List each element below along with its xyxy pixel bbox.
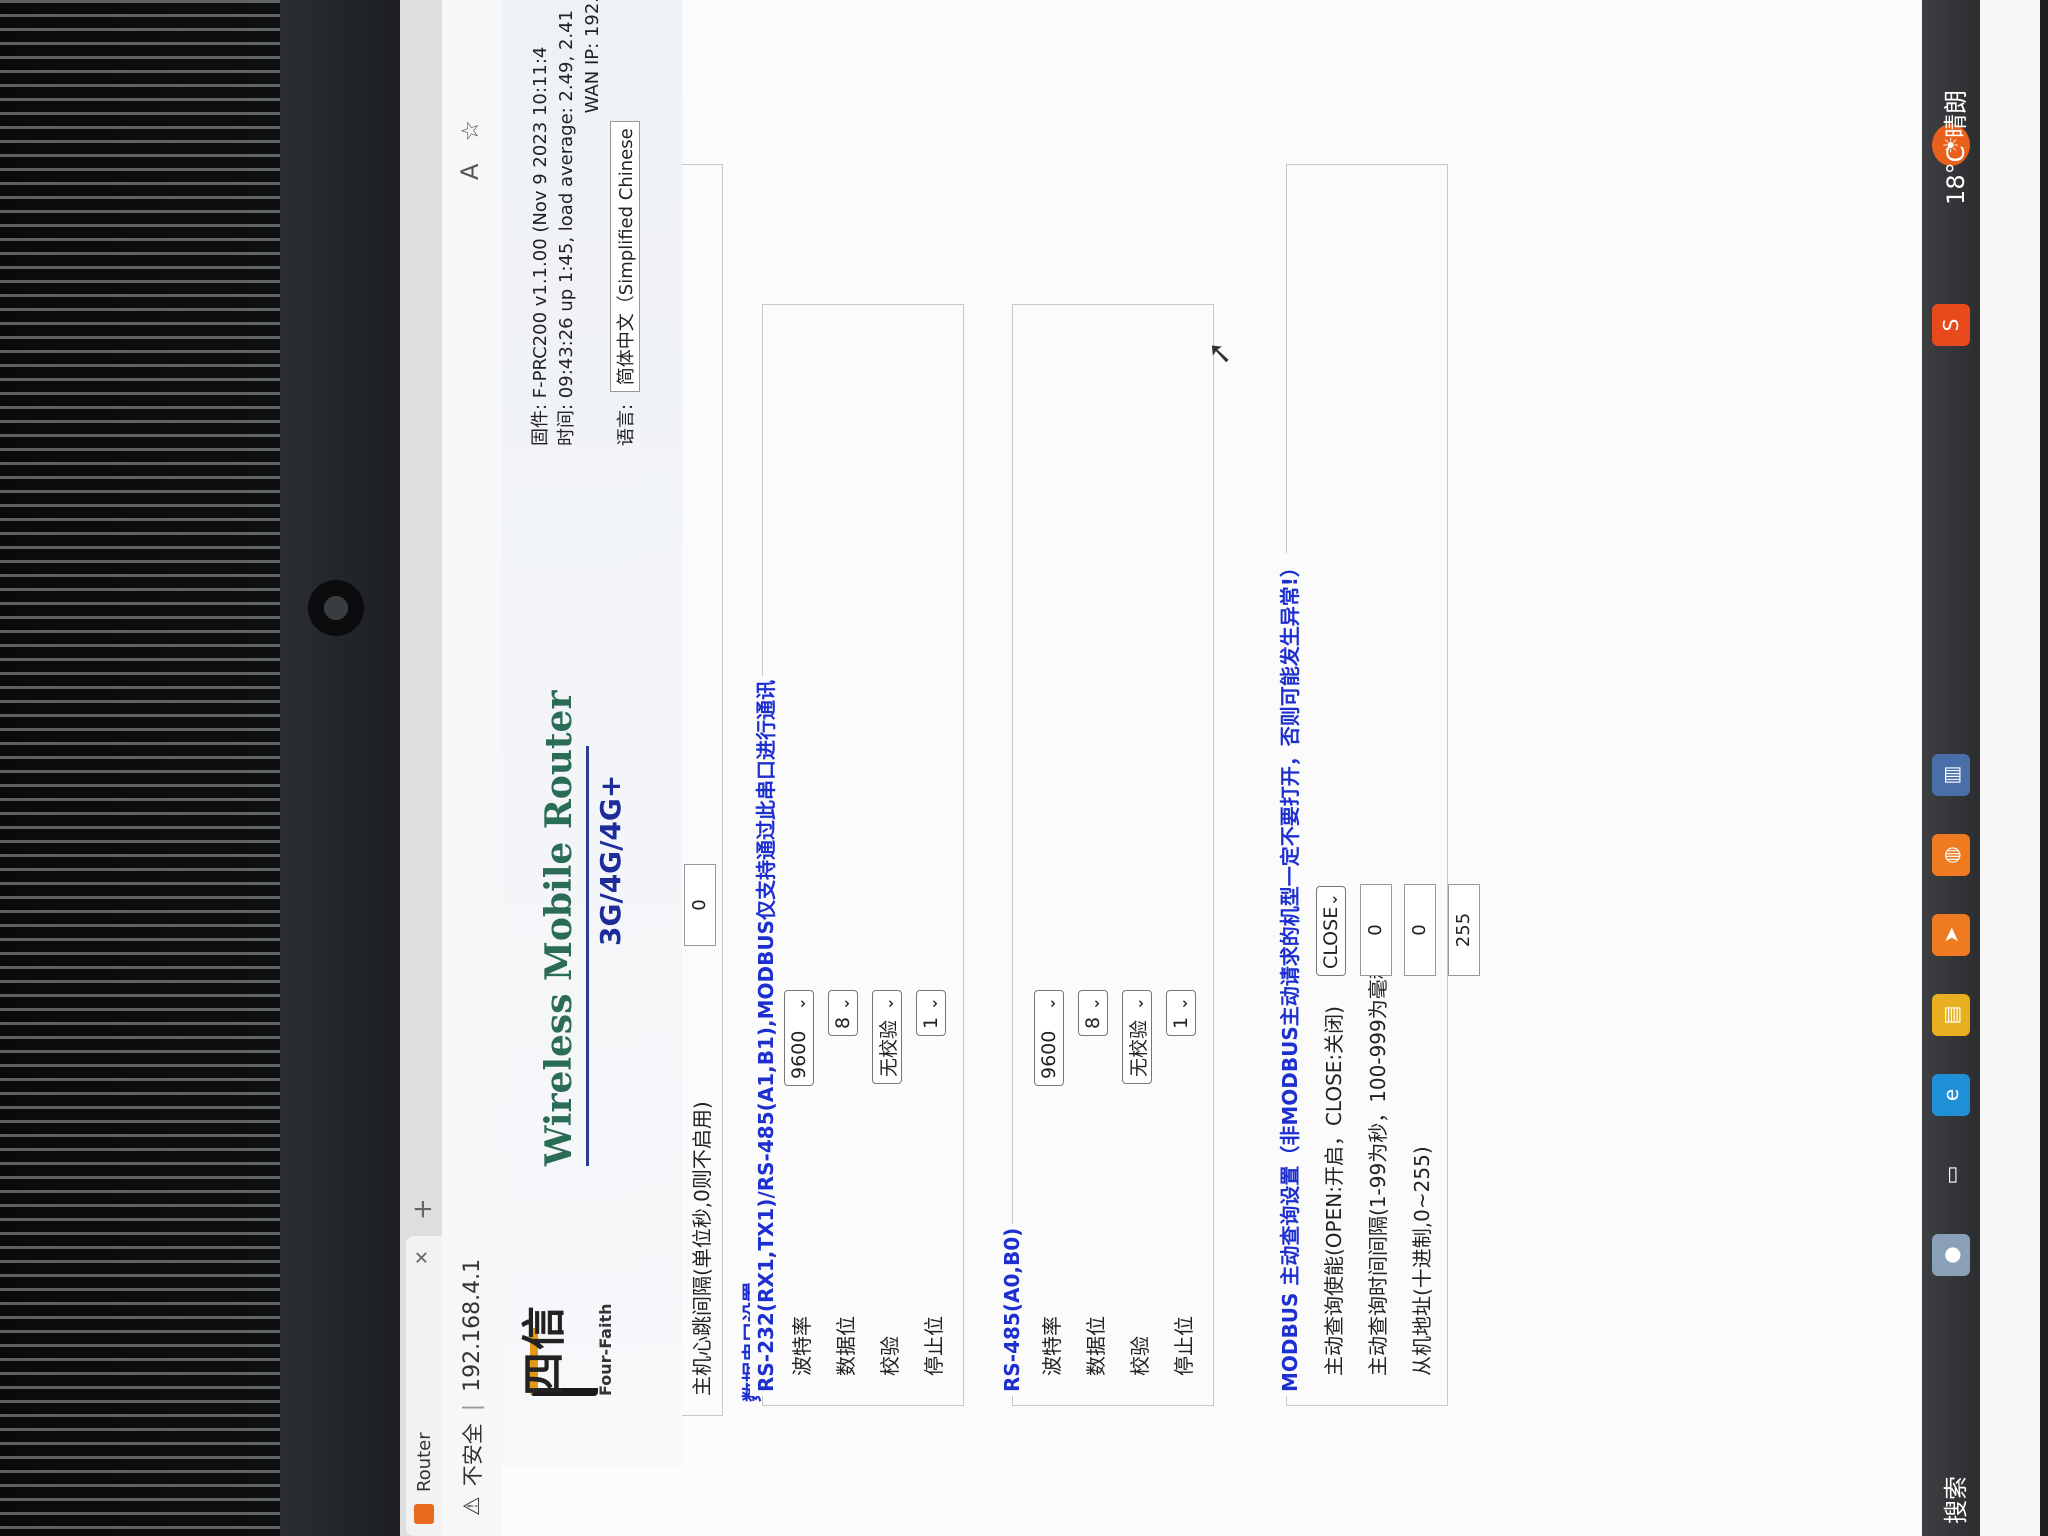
uptime-line: 时间: 09:43:26 up 1:45, load average: 2.49… bbox=[556, 9, 577, 446]
rs485-baud-select[interactable]: 9600 ⌄ bbox=[1034, 990, 1064, 1086]
file-explorer-icon[interactable]: ▤ bbox=[1932, 994, 1970, 1036]
modbus-next-input[interactable]: 255 bbox=[1448, 884, 1480, 976]
language-label: 语言: bbox=[616, 403, 637, 446]
rs232-databits-label: 数据位 bbox=[834, 1316, 858, 1376]
mouse-cursor-icon: ➚ bbox=[1202, 340, 1237, 366]
modbus-slave-input[interactable]: 0 bbox=[1404, 884, 1436, 976]
modbus-title: MODBUS 主动查询设置（非MODBUS主动请求的机型一定不要打开，否则可能发… bbox=[1274, 553, 1303, 1396]
rs232-databits-select[interactable]: 8 ⌄ bbox=[828, 990, 858, 1036]
rs232-legend: RS-232(RX1,TX1)/RS-485(A1,B1),MODBUS仅支持通… bbox=[750, 675, 779, 1396]
webcam-icon bbox=[308, 580, 364, 636]
windows-taskbar: 搜索 ● ▭ e ▤ ➤ ◍ ▥ S ☀ 18°C 晴朗 bbox=[1922, 0, 1980, 1536]
router-header: Four-Faith 四信 Wireless Mobile Router 3G/… bbox=[502, 0, 682, 1466]
rs485-databits-select[interactable]: 8 ⌄ bbox=[1078, 990, 1108, 1036]
language-row: 语言: 简体中文（Simplified Chinese bbox=[610, 121, 640, 446]
chevron-down-icon: ⌄ bbox=[1321, 893, 1341, 907]
browser-tab-bar: Router ✕ + bbox=[400, 0, 442, 1536]
network-generation: 3G/4G/4G+ bbox=[594, 774, 627, 946]
rs485-baud-label: 波特率 bbox=[1040, 1316, 1064, 1376]
heartbeat-label: 主机心跳间隔(单位秒,0则不启用) bbox=[690, 1101, 714, 1396]
modbus-enable-label: 主动查询使能(OPEN:开启，CLOSE:关闭) bbox=[1322, 1006, 1346, 1376]
rs485-parity-select[interactable]: 无校验 ⌄ bbox=[1122, 990, 1152, 1084]
title-underline bbox=[586, 746, 589, 1166]
wan-ip-line: WAN IP: 192.168.21 bbox=[582, 0, 603, 114]
modbus-slave-label: 从机地址(十进制,0~255) bbox=[1410, 1146, 1434, 1376]
chevron-down-icon: ⌄ bbox=[1127, 997, 1147, 1011]
system-info: 固件: F-PRC200 v1.1.00 (Nov 9 2023 10:11:4… bbox=[528, 0, 606, 446]
tab-title: Router bbox=[413, 1432, 435, 1492]
modbus-enable-select[interactable]: CLOSE ⌄ bbox=[1316, 886, 1346, 976]
wechat-icon[interactable]: ◍ bbox=[1932, 834, 1970, 876]
rs485-parity-value: 无校验 bbox=[1127, 1019, 1150, 1077]
modbus-interval-label: 主动查询时间间隔(1-99为秒，100-999为毫秒) bbox=[1366, 951, 1390, 1376]
rs232-baud-value: 9600 bbox=[788, 1030, 810, 1079]
read-aloud-icon[interactable]: A bbox=[456, 164, 484, 180]
rs485-fieldset bbox=[1012, 304, 1214, 1406]
logo-subtitle: Four-Faith bbox=[596, 1303, 615, 1396]
wps-icon[interactable]: S bbox=[1932, 304, 1970, 346]
router-favicon-icon bbox=[414, 1504, 434, 1524]
rs232-databits-value: 8 bbox=[832, 1016, 854, 1029]
heartbeat-input[interactable]: 0 bbox=[684, 864, 716, 946]
chevron-down-icon: ⌄ bbox=[1171, 997, 1191, 1011]
chevron-down-icon: ⌄ bbox=[1039, 997, 1059, 1011]
url-text[interactable]: 192.168.4.1 bbox=[460, 1259, 485, 1392]
rs232-fieldset bbox=[762, 304, 964, 1406]
buildings-app-icon[interactable]: ▥ bbox=[1932, 754, 1970, 796]
rs232-stopbits-value: 1 bbox=[920, 1016, 942, 1029]
rs485-databits-label: 数据位 bbox=[1084, 1316, 1108, 1376]
modbus-interval-input[interactable]: 0 bbox=[1360, 884, 1392, 976]
task-view-icon[interactable]: ▭ bbox=[1932, 1154, 1970, 1196]
rs485-stopbits-label: 停止位 bbox=[1172, 1316, 1196, 1376]
settings-content: 主机心跳间隔(单位秒,0则不启用) 0 数据串口设置 RS-232(RX1,TX… bbox=[682, 0, 1922, 1536]
rs232-baud-select[interactable]: 9600 ⌄ bbox=[784, 990, 814, 1086]
close-tab-icon[interactable]: ✕ bbox=[412, 1250, 433, 1265]
favorite-star-icon[interactable]: ☆ bbox=[456, 120, 484, 142]
rs485-legend: RS-485(A0,B0) bbox=[1000, 1223, 1024, 1396]
new-tab-icon[interactable]: + bbox=[408, 1198, 438, 1220]
speaker-grill bbox=[0, 0, 280, 1536]
insecure-label[interactable]: 不安全 bbox=[457, 1423, 487, 1486]
chevron-down-icon: ⌄ bbox=[921, 997, 941, 1011]
laptop-screen: Router ✕ + ⚠ 不安全 | 192.168.4.1 A ☆ Four-… bbox=[400, 0, 2040, 1536]
logo-chinese: 四信 bbox=[519, 1304, 570, 1396]
modbus-enable-value: CLOSE bbox=[1320, 906, 1342, 969]
rs232-stopbits-select[interactable]: 1 ⌄ bbox=[916, 990, 946, 1036]
router-page: Four-Faith 四信 Wireless Mobile Router 3G/… bbox=[502, 0, 1922, 1536]
rs232-stopbits-label: 停止位 bbox=[922, 1316, 946, 1376]
address-bar[interactable]: ⚠ 不安全 | 192.168.4.1 A ☆ bbox=[442, 0, 503, 1536]
weather-text[interactable]: 18°C 晴朗 bbox=[1936, 90, 1971, 205]
rotated-screen-content: Router ✕ + ⚠ 不安全 | 192.168.4.1 A ☆ Four-… bbox=[400, 0, 1980, 1536]
product-name: Wireless Mobile Router bbox=[538, 690, 580, 1166]
rs232-baud-label: 波特率 bbox=[790, 1316, 814, 1376]
chevron-down-icon: ⌄ bbox=[833, 997, 853, 1011]
rs232-parity-label: 校验 bbox=[878, 1336, 902, 1376]
rs485-baud-value: 9600 bbox=[1038, 1030, 1060, 1079]
chevron-down-icon: ⌄ bbox=[789, 997, 809, 1011]
feishu-icon[interactable]: ➤ bbox=[1932, 914, 1970, 956]
address-separator: | bbox=[459, 1403, 485, 1412]
rs485-databits-value: 8 bbox=[1082, 1016, 1104, 1029]
taskbar-search[interactable]: 搜索 bbox=[1936, 1476, 1971, 1524]
address-bar-icons: A ☆ bbox=[456, 120, 484, 180]
edge-browser-icon[interactable]: e bbox=[1932, 1074, 1970, 1116]
rs485-parity-label: 校验 bbox=[1128, 1336, 1152, 1376]
chevron-down-icon: ⌄ bbox=[877, 997, 897, 1011]
warning-icon[interactable]: ⚠ bbox=[460, 1496, 485, 1516]
chevron-down-icon: ⌄ bbox=[1083, 997, 1103, 1011]
browser-tab[interactable]: Router ✕ bbox=[406, 1236, 442, 1536]
user-avatar-icon[interactable]: ● bbox=[1932, 1234, 1970, 1276]
rs232-parity-value: 无校验 bbox=[877, 1019, 900, 1077]
rs485-stopbits-value: 1 bbox=[1170, 1016, 1192, 1029]
firmware-line: 固件: F-PRC200 v1.1.00 (Nov 9 2023 10:11:4 bbox=[530, 46, 551, 446]
rs485-stopbits-select[interactable]: 1 ⌄ bbox=[1166, 990, 1196, 1036]
language-select[interactable]: 简体中文（Simplified Chinese bbox=[610, 121, 640, 393]
rs232-parity-select[interactable]: 无校验 ⌄ bbox=[872, 990, 902, 1084]
